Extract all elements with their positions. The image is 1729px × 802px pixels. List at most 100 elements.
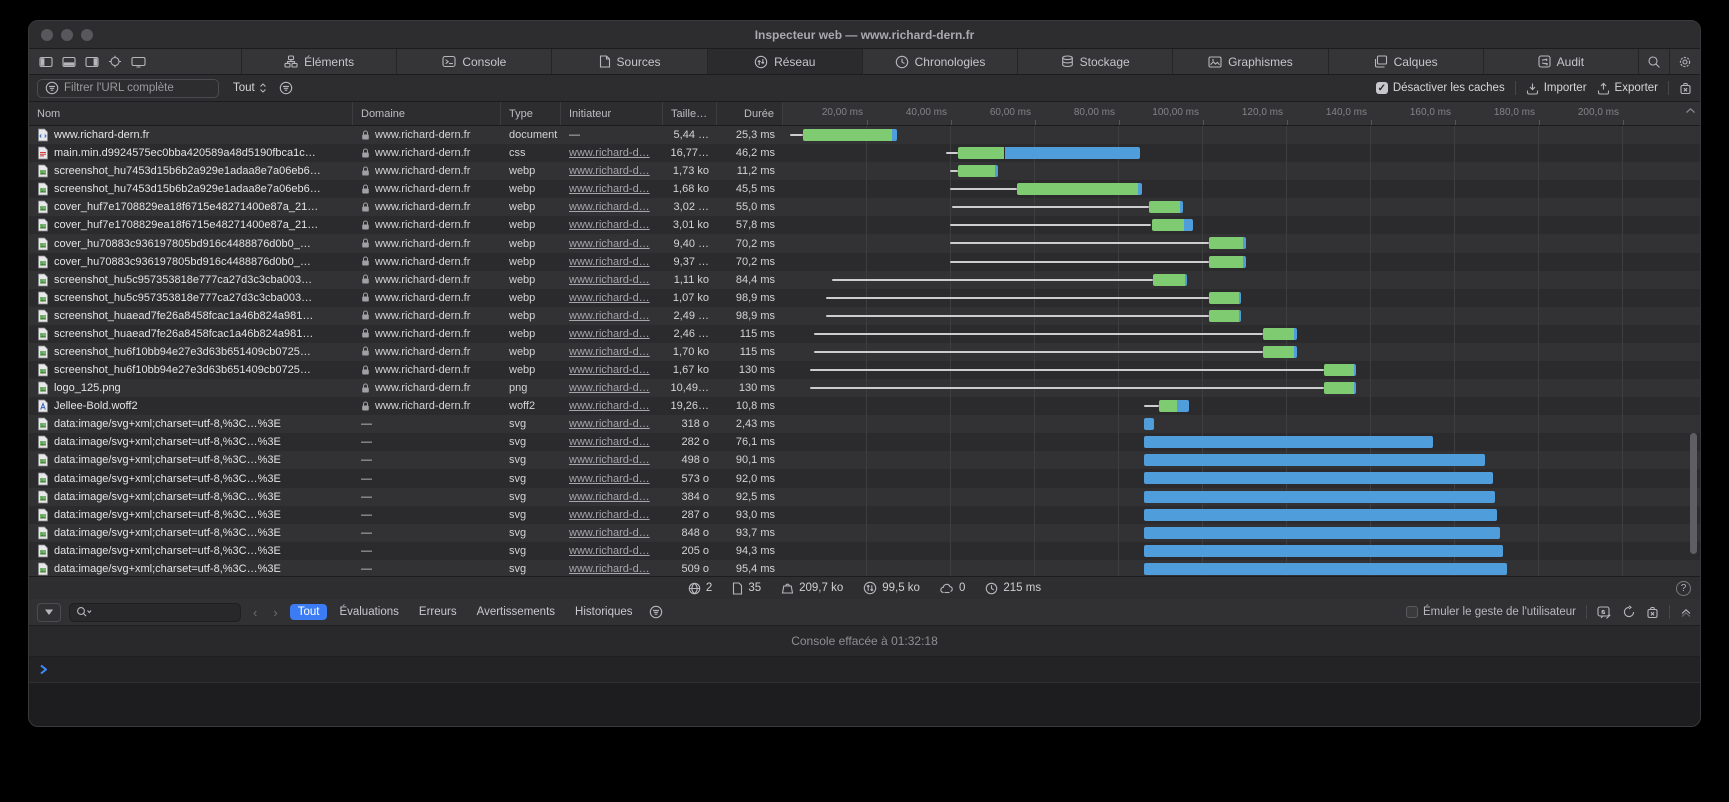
initiator-link[interactable]: www.richard-d… [569,527,650,539]
clear-console-button[interactable] [1646,606,1659,619]
console-scope-evaluations[interactable]: Évaluations [331,604,406,620]
console-scope-erreurs[interactable]: Erreurs [411,604,465,620]
table-row[interactable]: logo_125.pngwww.richard-dern.frpngwww.ri… [29,379,1700,397]
table-row[interactable]: Jellee-Bold.woff2www.richard-dern.frwoff… [29,397,1700,415]
export-button[interactable]: Exporter [1597,82,1658,95]
minimize-window-button[interactable] [61,29,73,41]
table-row[interactable]: data:image/svg+xml;charset=utf-8,%3C…%3E… [29,542,1700,560]
js-context-icon[interactable] [1597,606,1612,619]
collapse-console-icon[interactable] [1680,606,1692,618]
table-row[interactable]: screenshot_hu6f10bb94e27e3d63b651409cb07… [29,343,1700,361]
table-row[interactable]: www.richard-dern.frwww.richard-dern.frdo… [29,126,1700,144]
table-row[interactable]: screenshot_hu5c957353818e777ca27d3c3cba0… [29,271,1700,289]
console-filter-button[interactable] [649,605,663,619]
table-row[interactable]: screenshot_hu7453d15b6b2a929e1adaa8e7a06… [29,162,1700,180]
console-scope-historiques[interactable]: Historiques [567,604,641,620]
tab-stockage[interactable]: Stockage [1017,49,1172,74]
console-mode-button[interactable] [37,603,61,622]
panel-left-icon[interactable] [39,56,53,68]
table-row[interactable]: data:image/svg+xml;charset=utf-8,%3C…%3E… [29,506,1700,524]
table-row[interactable]: screenshot_hu6f10bb94e27e3d63b651409cb07… [29,361,1700,379]
table-row[interactable]: main.min.d9924575ec0bba420589a48d5190fbc… [29,144,1700,162]
initiator-link[interactable]: www.richard-d… [569,292,650,304]
reload-icon[interactable] [1622,605,1636,619]
initiator-link[interactable]: www.richard-d… [569,382,650,394]
column-header-name[interactable]: Nom [29,102,353,125]
initiator-link[interactable]: www.richard-d… [569,545,650,557]
panel-right-icon[interactable] [85,56,99,68]
console-scope-avertissements[interactable]: Avertissements [469,604,563,620]
emulate-user-gesture-checkbox[interactable] [1406,606,1418,618]
initiator-link[interactable]: www.richard-d… [569,310,650,322]
column-header-size[interactable]: Taille… [663,102,717,125]
table-row[interactable]: data:image/svg+xml;charset=utf-8,%3C…%3E… [29,469,1700,487]
table-row[interactable]: screenshot_huaead7fe26a8458fcac1a46b824a… [29,325,1700,343]
initiator-link[interactable]: www.richard-d… [569,418,650,430]
table-row[interactable]: screenshot_hu5c957353818e777ca27d3c3cba0… [29,289,1700,307]
initiator-link[interactable]: www.richard-d… [569,165,650,177]
tab-graphismes[interactable]: Graphismes [1172,49,1327,74]
initiator-link[interactable]: www.richard-d… [569,509,650,521]
initiator-link[interactable]: www.richard-d… [569,563,650,575]
tab-chronologies[interactable]: Chronologies [862,49,1017,74]
tab-elements[interactable]: Éléments [241,49,396,74]
settings-button[interactable] [1669,49,1700,74]
emulate-user-gesture-toggle[interactable]: Émuler le geste de l'utilisateur [1406,606,1576,618]
target-icon[interactable] [108,55,122,68]
tab-audit[interactable]: Audit [1483,49,1638,74]
initiator-link[interactable]: www.richard-d… [569,328,650,340]
initiator-link[interactable]: www.richard-d… [569,147,650,159]
initiator-link[interactable]: www.richard-d… [569,219,650,231]
table-row[interactable]: data:image/svg+xml;charset=utf-8,%3C…%3E… [29,524,1700,542]
initiator-link[interactable]: www.richard-d… [569,364,650,376]
clear-network-items-button[interactable] [1679,82,1692,95]
table-row[interactable]: data:image/svg+xml;charset=utf-8,%3C…%3E… [29,433,1700,451]
next-result-button[interactable]: › [269,605,281,620]
zoom-window-button[interactable] [81,29,93,41]
initiator-link[interactable]: www.richard-d… [569,183,650,195]
initiator-link[interactable]: www.richard-d… [569,274,650,286]
table-row[interactable]: data:image/svg+xml;charset=utf-8,%3C…%3E… [29,415,1700,433]
initiator-link[interactable]: www.richard-d… [569,256,650,268]
vertical-scrollbar-thumb[interactable] [1690,433,1697,554]
table-row[interactable]: cover_hu70883c936197805bd916c4488876d0b0… [29,234,1700,252]
column-header-domain[interactable]: Domaine [353,102,501,125]
disable-caches-toggle[interactable]: ✓ Désactiver les caches [1376,82,1505,94]
collapse-ruler-icon[interactable] [1685,107,1696,114]
table-row[interactable]: screenshot_hu7453d15b6b2a929e1adaa8e7a06… [29,180,1700,198]
filter-options-button[interactable] [279,81,293,95]
table-row[interactable]: cover_huf7e1708829ea18f6715e48271400e87a… [29,198,1700,216]
traffic-lights[interactable] [41,29,93,41]
import-button[interactable]: Importer [1526,82,1587,95]
display-icon[interactable] [131,56,146,68]
table-row[interactable]: cover_huf7e1708829ea18f6715e48271400e87a… [29,216,1700,234]
disable-caches-checkbox[interactable]: ✓ [1376,82,1388,94]
initiator-link[interactable]: www.richard-d… [569,201,650,213]
initiator-link[interactable]: www.richard-d… [569,238,650,250]
column-header-type[interactable]: Type [501,102,561,125]
tab-calques[interactable]: Calques [1328,49,1483,74]
console-prompt[interactable] [29,657,1700,683]
column-header-duration[interactable]: Durée [717,102,783,125]
initiator-link[interactable]: www.richard-d… [569,346,650,358]
table-row[interactable]: data:image/svg+xml;charset=utf-8,%3C…%3E… [29,560,1700,576]
help-button[interactable]: ? [1676,581,1691,596]
console-search-input[interactable] [69,603,241,622]
tab-reseau[interactable]: Réseau [707,49,862,74]
initiator-link[interactable]: www.richard-d… [569,491,650,503]
previous-result-button[interactable]: ‹ [249,605,261,620]
resource-type-select[interactable]: Tout [233,82,267,94]
panel-bottom-icon[interactable] [62,56,76,68]
tab-console[interactable]: Console [396,49,551,74]
table-row[interactable]: screenshot_huaead7fe26a8458fcac1a46b824a… [29,307,1700,325]
table-row[interactable]: data:image/svg+xml;charset=utf-8,%3C…%3E… [29,488,1700,506]
initiator-link[interactable]: www.richard-d… [569,400,650,412]
close-window-button[interactable] [41,29,53,41]
column-header-initiator[interactable]: Initiateur [561,102,663,125]
url-filter-input[interactable]: Filtrer l'URL complète [37,79,219,98]
initiator-link[interactable]: www.richard-d… [569,473,650,485]
initiator-link[interactable]: www.richard-d… [569,436,650,448]
initiator-link[interactable]: www.richard-d… [569,454,650,466]
console-scope-tout[interactable]: Tout [290,604,328,620]
table-row[interactable]: cover_hu70883c936197805bd916c4488876d0b0… [29,253,1700,271]
